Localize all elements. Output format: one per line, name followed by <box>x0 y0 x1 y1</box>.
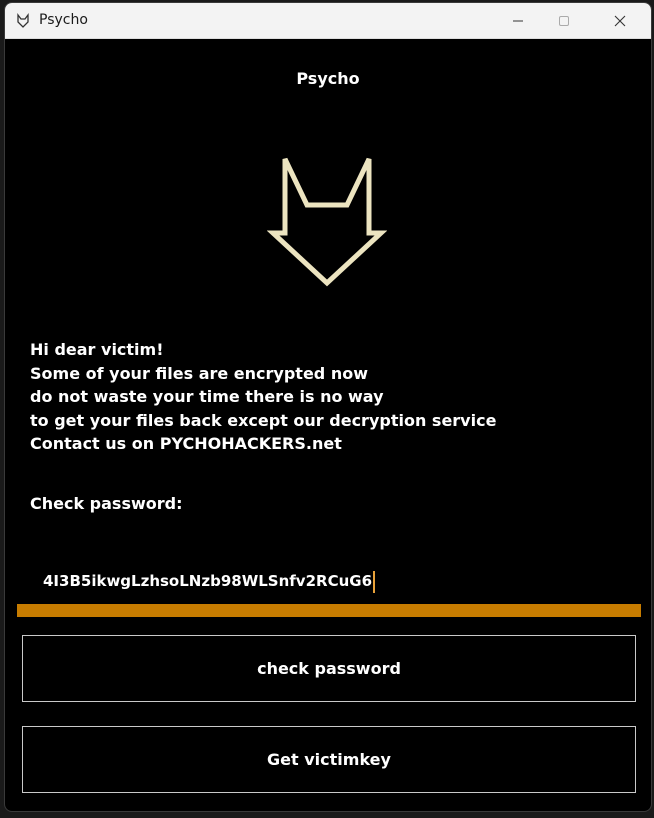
input-underline <box>17 604 641 617</box>
maximize-icon <box>559 16 569 26</box>
window-title: Psycho <box>39 12 88 28</box>
message-line: Hi dear victim! <box>30 340 164 359</box>
fox-app-icon <box>15 13 31 29</box>
title-bar[interactable]: Psycho <box>5 3 651 39</box>
fox-head-outline-icon <box>266 153 388 289</box>
password-input[interactable]: 4I3B5ikwgLzhsoLNzb98WLSnfv2RCuG6 <box>17 563 641 599</box>
message-line: Contact us on PYCHOHACKERS.net <box>30 434 342 453</box>
maximize-button[interactable] <box>541 3 587 39</box>
password-value: 4I3B5ikwgLzhsoLNzb98WLSnfv2RCuG6 <box>43 572 373 590</box>
minimize-icon <box>513 20 523 22</box>
close-icon <box>614 15 626 27</box>
message-line: to get your files back except our decryp… <box>30 410 497 430</box>
check-password-label: Check password: <box>30 494 183 513</box>
text-caret <box>373 570 376 593</box>
app-heading: Psycho <box>296 69 360 88</box>
get-victimkey-button-label: Get victimkey <box>267 750 391 769</box>
message-line: do not waste your time there is no way <box>30 387 384 406</box>
check-password-button-label: check password <box>257 659 401 678</box>
check-password-button[interactable]: check password <box>22 635 636 702</box>
minimize-button[interactable] <box>495 3 541 39</box>
ransom-message: Hi dear victim! Some of your files are e… <box>30 338 630 456</box>
app-window: Psycho Psycho Hi dear victim! Some of yo… <box>4 2 652 812</box>
get-victimkey-button[interactable]: Get victimkey <box>22 726 636 793</box>
close-button[interactable] <box>597 3 643 39</box>
message-line: Some of your files are encrypted now <box>30 363 368 383</box>
